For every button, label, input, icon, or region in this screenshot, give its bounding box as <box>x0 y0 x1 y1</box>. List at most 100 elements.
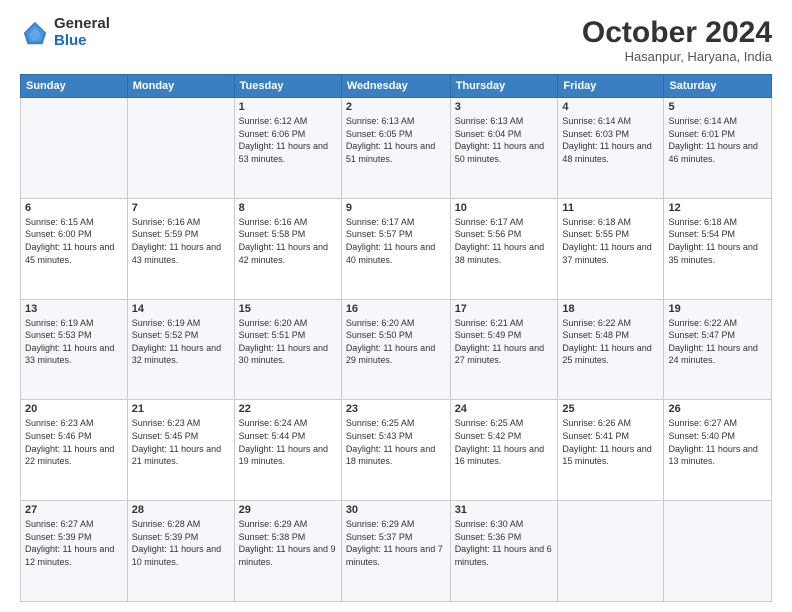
day-info: Sunrise: 6:23 AM Sunset: 5:45 PM Dayligh… <box>132 417 230 467</box>
table-row: 18 Sunrise: 6:22 AM Sunset: 5:48 PM Dayli… <box>558 299 664 400</box>
table-row: 20Sunrise: 6:23 AM Sunset: 5:46 PM Dayli… <box>21 400 128 501</box>
table-row: 21 Sunrise: 6:23 AM Sunset: 5:45 PM Dayli… <box>127 400 234 501</box>
table-row <box>558 501 664 602</box>
table-row: 26 Sunrise: 6:27 AM Sunset: 5:40 PM Dayli… <box>664 400 772 501</box>
day-info: Sunrise: 6:21 AM Sunset: 5:49 PM Dayligh… <box>455 317 554 367</box>
page-header: General Blue October 2024 Hasanpur, Hary… <box>20 16 772 64</box>
day-number: 5 <box>668 101 767 113</box>
calendar-week-row: 13 Sunrise: 6:19 AM Sunset: 5:53 PM Dayli… <box>21 299 772 400</box>
table-row: 13 Sunrise: 6:19 AM Sunset: 5:53 PM Dayli… <box>21 299 128 400</box>
day-number: 14 <box>132 303 230 315</box>
table-row: 7 Sunrise: 6:16 AM Sunset: 5:59 PM Daylig… <box>127 198 234 299</box>
day-info: Sunrise: 6:20 AM Sunset: 5:51 PM Dayligh… <box>239 317 337 367</box>
day-info: Sunrise: 6:25 AM Sunset: 5:43 PM Dayligh… <box>346 417 446 467</box>
month-title: October 2024 <box>582 16 772 49</box>
day-info: Sunrise: 6:17 AM Sunset: 5:56 PM Dayligh… <box>455 216 554 266</box>
table-row: 28 Sunrise: 6:28 AM Sunset: 5:39 PM Dayli… <box>127 501 234 602</box>
day-info: Sunrise: 6:19 AM Sunset: 5:53 PM Dayligh… <box>25 317 123 367</box>
day-info: Sunrise: 6:18 AM Sunset: 5:54 PM Dayligh… <box>668 216 767 266</box>
table-row: 5 Sunrise: 6:14 AM Sunset: 6:01 PM Daylig… <box>664 98 772 199</box>
logo-blue-text: Blue <box>54 33 110 50</box>
table-row: 15 Sunrise: 6:20 AM Sunset: 5:51 PM Dayli… <box>234 299 341 400</box>
day-info: Sunrise: 6:18 AM Sunset: 5:55 PM Dayligh… <box>562 216 659 266</box>
day-info: Sunrise: 6:29 AM Sunset: 5:37 PM Dayligh… <box>346 518 446 568</box>
day-number: 23 <box>346 403 446 415</box>
day-number: 29 <box>239 504 337 516</box>
table-row: 23 Sunrise: 6:25 AM Sunset: 5:43 PM Dayli… <box>341 400 450 501</box>
day-number: 31 <box>455 504 554 516</box>
day-info: Sunrise: 6:29 AM Sunset: 5:38 PM Dayligh… <box>239 518 337 568</box>
day-number: 9 <box>346 202 446 214</box>
day-number: 8 <box>239 202 337 214</box>
table-row: 3Sunrise: 6:13 AM Sunset: 6:04 PM Daylig… <box>450 98 558 199</box>
table-row: 25Sunrise: 6:26 AM Sunset: 5:41 PM Dayli… <box>558 400 664 501</box>
table-row: 12 Sunrise: 6:18 AM Sunset: 5:54 PM Dayli… <box>664 198 772 299</box>
table-row: 19 Sunrise: 6:22 AM Sunset: 5:47 PM Dayli… <box>664 299 772 400</box>
day-number: 30 <box>346 504 446 516</box>
table-row: 31Sunrise: 6:30 AM Sunset: 5:36 PM Dayli… <box>450 501 558 602</box>
table-row: 11 Sunrise: 6:18 AM Sunset: 5:55 PM Dayli… <box>558 198 664 299</box>
calendar-week-row: 27 Sunrise: 6:27 AM Sunset: 5:39 PM Dayli… <box>21 501 772 602</box>
day-number: 26 <box>668 403 767 415</box>
day-number: 13 <box>25 303 123 315</box>
calendar-week-row: 6Sunrise: 6:15 AM Sunset: 6:00 PM Daylig… <box>21 198 772 299</box>
header-tuesday: Tuesday <box>234 75 341 98</box>
day-number: 15 <box>239 303 337 315</box>
table-row: 6Sunrise: 6:15 AM Sunset: 6:00 PM Daylig… <box>21 198 128 299</box>
day-info: Sunrise: 6:14 AM Sunset: 6:01 PM Dayligh… <box>668 115 767 165</box>
location: Hasanpur, Haryana, India <box>582 49 772 64</box>
day-info: Sunrise: 6:16 AM Sunset: 5:58 PM Dayligh… <box>239 216 337 266</box>
day-number: 21 <box>132 403 230 415</box>
day-info: Sunrise: 6:16 AM Sunset: 5:59 PM Dayligh… <box>132 216 230 266</box>
day-info: Sunrise: 6:13 AM Sunset: 6:04 PM Dayligh… <box>455 115 554 165</box>
header-friday: Friday <box>558 75 664 98</box>
table-row: 10 Sunrise: 6:17 AM Sunset: 5:56 PM Dayli… <box>450 198 558 299</box>
table-row: 16 Sunrise: 6:20 AM Sunset: 5:50 PM Dayli… <box>341 299 450 400</box>
day-info: Sunrise: 6:27 AM Sunset: 5:40 PM Dayligh… <box>668 417 767 467</box>
day-info: Sunrise: 6:19 AM Sunset: 5:52 PM Dayligh… <box>132 317 230 367</box>
weekday-header-row: Sunday Monday Tuesday Wednesday Thursday… <box>21 75 772 98</box>
day-number: 10 <box>455 202 554 214</box>
table-row: 1Sunrise: 6:12 AM Sunset: 6:06 PM Daylig… <box>234 98 341 199</box>
day-number: 27 <box>25 504 123 516</box>
day-info: Sunrise: 6:13 AM Sunset: 6:05 PM Dayligh… <box>346 115 446 165</box>
day-info: Sunrise: 6:28 AM Sunset: 5:39 PM Dayligh… <box>132 518 230 568</box>
day-info: Sunrise: 6:17 AM Sunset: 5:57 PM Dayligh… <box>346 216 446 266</box>
header-monday: Monday <box>127 75 234 98</box>
logo-general-text: General <box>54 16 110 33</box>
day-info: Sunrise: 6:22 AM Sunset: 5:47 PM Dayligh… <box>668 317 767 367</box>
title-block: October 2024 Hasanpur, Haryana, India <box>582 16 772 64</box>
table-row <box>21 98 128 199</box>
table-row <box>127 98 234 199</box>
day-number: 19 <box>668 303 767 315</box>
day-info: Sunrise: 6:15 AM Sunset: 6:00 PM Dayligh… <box>25 216 123 266</box>
day-info: Sunrise: 6:27 AM Sunset: 5:39 PM Dayligh… <box>25 518 123 568</box>
day-number: 11 <box>562 202 659 214</box>
day-number: 2 <box>346 101 446 113</box>
day-number: 1 <box>239 101 337 113</box>
table-row <box>664 501 772 602</box>
table-row: 17Sunrise: 6:21 AM Sunset: 5:49 PM Dayli… <box>450 299 558 400</box>
table-row: 27 Sunrise: 6:27 AM Sunset: 5:39 PM Dayli… <box>21 501 128 602</box>
day-info: Sunrise: 6:20 AM Sunset: 5:50 PM Dayligh… <box>346 317 446 367</box>
day-number: 22 <box>239 403 337 415</box>
day-info: Sunrise: 6:24 AM Sunset: 5:44 PM Dayligh… <box>239 417 337 467</box>
table-row: 8 Sunrise: 6:16 AM Sunset: 5:58 PM Daylig… <box>234 198 341 299</box>
day-number: 12 <box>668 202 767 214</box>
logo: General Blue <box>20 16 110 49</box>
table-row: 4Sunrise: 6:14 AM Sunset: 6:03 PM Daylig… <box>558 98 664 199</box>
header-sunday: Sunday <box>21 75 128 98</box>
day-number: 16 <box>346 303 446 315</box>
day-info: Sunrise: 6:23 AM Sunset: 5:46 PM Dayligh… <box>25 417 123 467</box>
header-thursday: Thursday <box>450 75 558 98</box>
table-row: 9 Sunrise: 6:17 AM Sunset: 5:57 PM Daylig… <box>341 198 450 299</box>
table-row: 30 Sunrise: 6:29 AM Sunset: 5:37 PM Dayli… <box>341 501 450 602</box>
day-number: 7 <box>132 202 230 214</box>
table-row: 24Sunrise: 6:25 AM Sunset: 5:42 PM Dayli… <box>450 400 558 501</box>
day-info: Sunrise: 6:22 AM Sunset: 5:48 PM Dayligh… <box>562 317 659 367</box>
table-row: 22 Sunrise: 6:24 AM Sunset: 5:44 PM Dayli… <box>234 400 341 501</box>
calendar-table: Sunday Monday Tuesday Wednesday Thursday… <box>20 74 772 602</box>
day-number: 24 <box>455 403 554 415</box>
day-number: 18 <box>562 303 659 315</box>
day-number: 28 <box>132 504 230 516</box>
